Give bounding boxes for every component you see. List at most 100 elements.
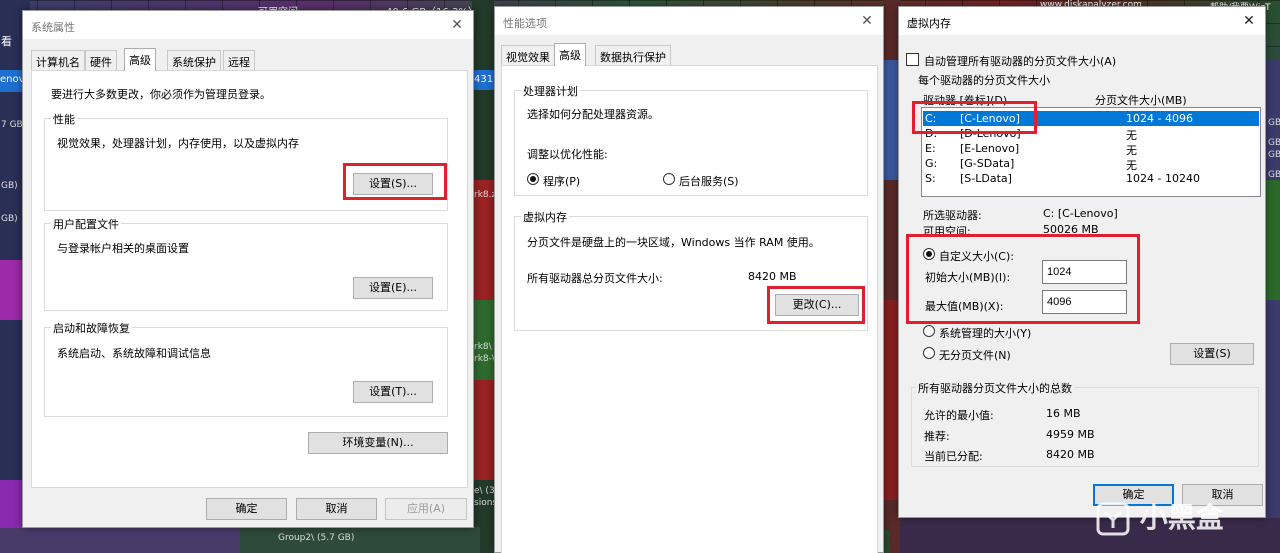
- virtual-memory-label: 虚拟内存: [521, 209, 569, 225]
- column-drive-header: 驱动器 [卷标](D): [923, 94, 1008, 107]
- startup-recovery-group: 启动和故障恢复 系统启动、系统故障和调试信息 设置(T)...: [44, 320, 448, 417]
- drive-label: [C-Lenovo]: [960, 112, 1020, 125]
- background-services-radio[interactable]: [663, 173, 675, 185]
- ok-button[interactable]: 确定: [206, 498, 287, 520]
- initial-size-label: 初始大小(MB)(I):: [925, 271, 1011, 284]
- close-icon[interactable]: ✕: [859, 13, 875, 29]
- bg-side-label: GB): [1268, 150, 1280, 160]
- tab-panel-advanced: 处理器计划 选择如何分配处理器资源。 调整以优化性能: 程序(P) 后台服务(S…: [501, 65, 878, 553]
- selected-drive-label: 所选驱动器:: [923, 209, 982, 222]
- system-managed-radio[interactable]: [923, 325, 935, 337]
- bg-side-label: GB): [1268, 138, 1280, 148]
- drive-row-d[interactable]: D: [D-Lenovo] 无: [923, 126, 1259, 142]
- admin-note: 要进行大多数更改，你必须作为管理员登录。: [51, 88, 271, 101]
- tab-hardware[interactable]: 硬件: [85, 50, 117, 70]
- drive-row-s[interactable]: S: [S-LData] 1024 - 10240: [923, 171, 1259, 186]
- auto-manage-checkbox[interactable]: [906, 53, 919, 66]
- auto-manage-label[interactable]: 自动管理所有驱动器的分页文件大小(A): [924, 53, 1116, 69]
- bg-side-label: GB): [1, 181, 18, 191]
- adjust-label: 调整以优化性能:: [527, 148, 608, 161]
- bg-side-label: GB): [1268, 118, 1280, 128]
- processor-scheduling-label: 处理器计划: [521, 83, 580, 99]
- drive-list[interactable]: C: [C-Lenovo] 1024 - 4096 D: [D-Lenovo] …: [921, 107, 1261, 197]
- free-space-value: 50026 MB: [1043, 223, 1099, 236]
- startup-recovery-desc: 系统启动、系统故障和调试信息: [57, 347, 211, 360]
- drive-label: [G-SData]: [960, 157, 1015, 170]
- max-size-input[interactable]: [1042, 290, 1127, 314]
- custom-size-radio[interactable]: [923, 248, 935, 260]
- bg-group-label: Group2\ (5.7 GB): [278, 533, 355, 543]
- change-virtual-memory-button[interactable]: 更改(C)...: [775, 294, 859, 316]
- watermark-logo-icon: [1096, 502, 1130, 536]
- min-allowed-label: 允许的最小值:: [924, 409, 994, 422]
- tab-advanced[interactable]: 高级: [124, 48, 156, 71]
- drive-letter: E:: [925, 142, 936, 155]
- drive-label: [S-LData]: [960, 172, 1012, 185]
- free-space-label: 可用空间:: [923, 225, 971, 238]
- recommended-label: 推荐:: [924, 430, 950, 443]
- tab-visual-effects[interactable]: 视觉效果: [501, 45, 555, 65]
- apply-button[interactable]: 应用(A): [385, 498, 467, 520]
- drive-letter: G:: [925, 157, 938, 170]
- cancel-button[interactable]: 取消: [296, 498, 377, 520]
- user-profile-group: 用户配置文件 与登录帐户相关的桌面设置 设置(E)...: [44, 216, 448, 311]
- no-paging-file-label[interactable]: 无分页文件(N): [939, 347, 1011, 363]
- set-button[interactable]: 设置(S): [1170, 343, 1254, 365]
- tab-strip: 视觉效果 高级 数据执行保护: [501, 43, 871, 66]
- bg-side-label: GB): [1268, 170, 1280, 180]
- close-icon[interactable]: ✕: [449, 17, 465, 33]
- tab-strip: 计算机名 硬件 高级 系统保护 远程: [31, 48, 467, 71]
- selected-drive-value: C: [C-Lenovo]: [1043, 207, 1118, 220]
- column-size-header: 分页文件大小(MB): [1095, 94, 1187, 107]
- user-profile-label: 用户配置文件: [51, 216, 121, 232]
- tab-remote[interactable]: 远程: [223, 50, 255, 70]
- watermark: 小黑盒: [1096, 496, 1224, 536]
- tab-advanced[interactable]: 高级: [554, 43, 586, 66]
- processor-scheduling-group: 处理器计划 选择如何分配处理器资源。 调整以优化性能: 程序(P) 后台服务(S…: [514, 83, 868, 196]
- totals-label: 所有驱动器分页文件大小的总数: [916, 380, 1074, 396]
- tab-panel-advanced: 要进行大多数更改，你必须作为管理员登录。 性能 视觉效果，处理器计划，内存使用，…: [31, 70, 468, 488]
- startup-recovery-label: 启动和故障恢复: [51, 320, 132, 336]
- initial-size-input[interactable]: [1042, 260, 1127, 284]
- performance-settings-button[interactable]: 设置(S)...: [353, 173, 433, 195]
- total-paging-value: 8420 MB: [748, 270, 797, 283]
- system-properties-dialog: 系统属性 ✕ 计算机名 硬件 高级 系统保护 远程 要进行大多数更改，你必须作为…: [22, 10, 474, 528]
- performance-desc: 视觉效果，处理器计划，内存使用，以及虚拟内存: [57, 137, 299, 150]
- performance-group: 性能 视觉效果，处理器计划，内存使用，以及虚拟内存 设置(S)...: [44, 111, 448, 211]
- system-managed-label[interactable]: 系统管理的大小(Y): [939, 325, 1031, 341]
- dialog-title: 虚拟内存: [907, 17, 951, 30]
- drive-label: [E-Lenovo]: [960, 142, 1020, 155]
- bg-side-label: GB): [1, 214, 18, 224]
- tab-dep[interactable]: 数据执行保护: [595, 45, 671, 65]
- bg-fragment-left: 看: [1, 35, 12, 48]
- title-bar: 虚拟内存 ✕: [899, 7, 1265, 35]
- close-icon[interactable]: ✕: [1241, 13, 1257, 29]
- tab-system-protection[interactable]: 系统保护: [167, 50, 221, 70]
- drive-letter: D:: [925, 127, 938, 140]
- currently-allocated-label: 当前已分配:: [924, 450, 983, 463]
- user-profile-settings-button[interactable]: 设置(E)...: [353, 277, 433, 299]
- recommended-value: 4959 MB: [1046, 428, 1095, 441]
- drive-row-e[interactable]: E: [E-Lenovo] 无: [923, 141, 1259, 157]
- custom-size-label[interactable]: 自定义大小(C):: [939, 248, 1014, 264]
- drive-label: [D-Lenovo]: [960, 127, 1021, 140]
- tab-computer-name[interactable]: 计算机名: [31, 50, 85, 70]
- virtual-memory-desc: 分页文件是硬盘上的一块区域，Windows 当作 RAM 使用。: [527, 236, 820, 249]
- processor-scheduling-desc: 选择如何分配处理器资源。: [527, 108, 659, 121]
- watermark-text: 小黑盒: [1139, 501, 1224, 534]
- no-paging-file-radio[interactable]: [923, 347, 935, 359]
- user-profile-desc: 与登录帐户相关的桌面设置: [57, 242, 189, 255]
- startup-recovery-settings-button[interactable]: 设置(T)...: [353, 381, 433, 403]
- programs-radio-label[interactable]: 程序(P): [543, 173, 580, 189]
- environment-variables-button[interactable]: 环境变量(N)...: [308, 432, 448, 454]
- total-paging-label: 所有驱动器总分页文件大小:: [527, 272, 663, 285]
- min-allowed-value: 16 MB: [1046, 407, 1081, 420]
- virtual-memory-group: 虚拟内存 分页文件是硬盘上的一块区域，Windows 当作 RAM 使用。 所有…: [514, 209, 868, 331]
- programs-radio[interactable]: [527, 173, 539, 185]
- totals-group: 所有驱动器分页文件大小的总数 允许的最小值: 16 MB 推荐: 4959 MB…: [911, 380, 1259, 467]
- drive-row-c[interactable]: C: [C-Lenovo] 1024 - 4096: [923, 111, 1259, 126]
- title-bar: 系统属性 ✕: [23, 11, 473, 39]
- drive-letter: C:: [925, 112, 937, 125]
- background-services-label[interactable]: 后台服务(S): [679, 173, 739, 189]
- drive-row-g[interactable]: G: [G-SData] 无: [923, 156, 1259, 172]
